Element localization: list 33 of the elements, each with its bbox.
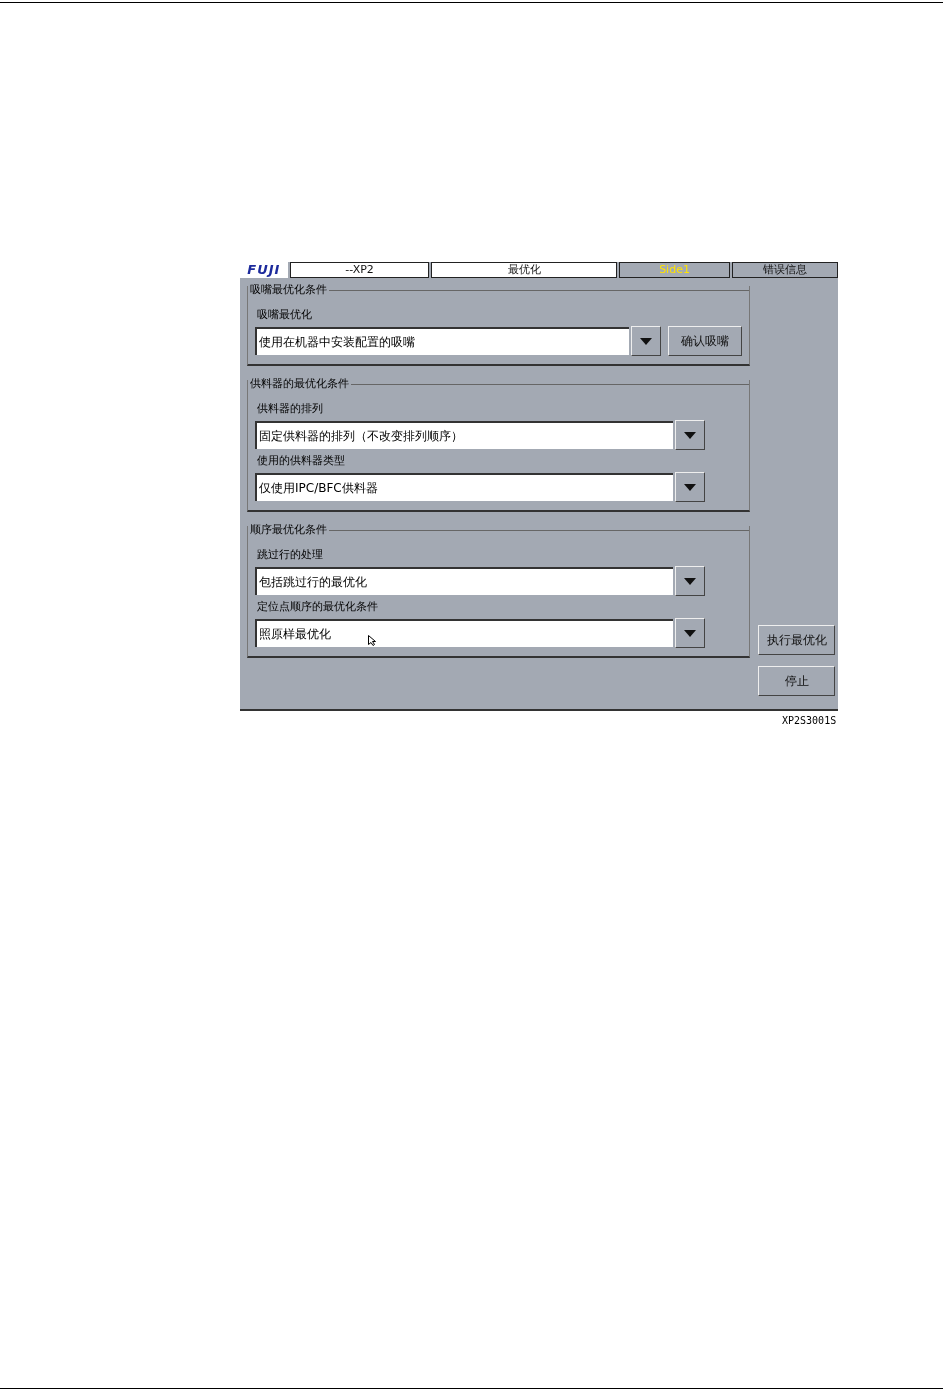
caret-icon [684, 483, 696, 491]
dropdown-button[interactable] [675, 420, 705, 450]
dropdown-button[interactable] [675, 566, 705, 596]
screen-title: 最优化 [431, 262, 617, 278]
error-info-button[interactable]: 错误信息 [732, 262, 838, 278]
dropdown-button[interactable] [631, 326, 661, 356]
action-button[interactable]: 执行最优化 [758, 625, 835, 655]
field-label: 使用的供料器类型 [256, 454, 346, 468]
field-label: 跳过行的处理 [256, 548, 324, 562]
confirm-button[interactable]: 确认吸嘴 [668, 326, 742, 356]
figure-caption: XP2S3001S [782, 715, 837, 726]
side-indicator: Side1 [618, 262, 731, 278]
machine-label: --XP2 [289, 262, 430, 278]
dropdown-button[interactable] [675, 472, 705, 502]
group-title: 顺序最优化条件 [248, 524, 329, 536]
group-title: 吸嘴最优化条件 [248, 284, 329, 296]
logo: FUJI [240, 262, 288, 278]
field-label: 定位点顺序的最优化条件 [256, 600, 379, 614]
dropdown-field[interactable]: 仅使用IPC/BFC供料器 [255, 473, 673, 501]
mouse-pointer-icon [368, 635, 376, 646]
caret-icon [684, 577, 696, 585]
caret-icon [684, 629, 696, 637]
dropdown-button[interactable] [675, 618, 705, 648]
caret-icon [640, 337, 652, 345]
dropdown-field[interactable]: 包括跳过行的最优化 [255, 567, 673, 595]
dropdown-field[interactable]: 固定供料器的排列（不改变排列顺序） [255, 421, 673, 449]
group-title: 供料器的最优化条件 [248, 378, 351, 390]
field-label: 供料器的排列 [256, 402, 324, 416]
dropdown-field[interactable]: 使用在机器中安装配置的吸嘴 [255, 327, 629, 355]
field-label: 吸嘴最优化 [256, 308, 313, 322]
action-button[interactable]: 停止 [758, 666, 835, 696]
caret-icon [684, 431, 696, 439]
dropdown-field[interactable]: 照原样最优化 [255, 619, 673, 647]
